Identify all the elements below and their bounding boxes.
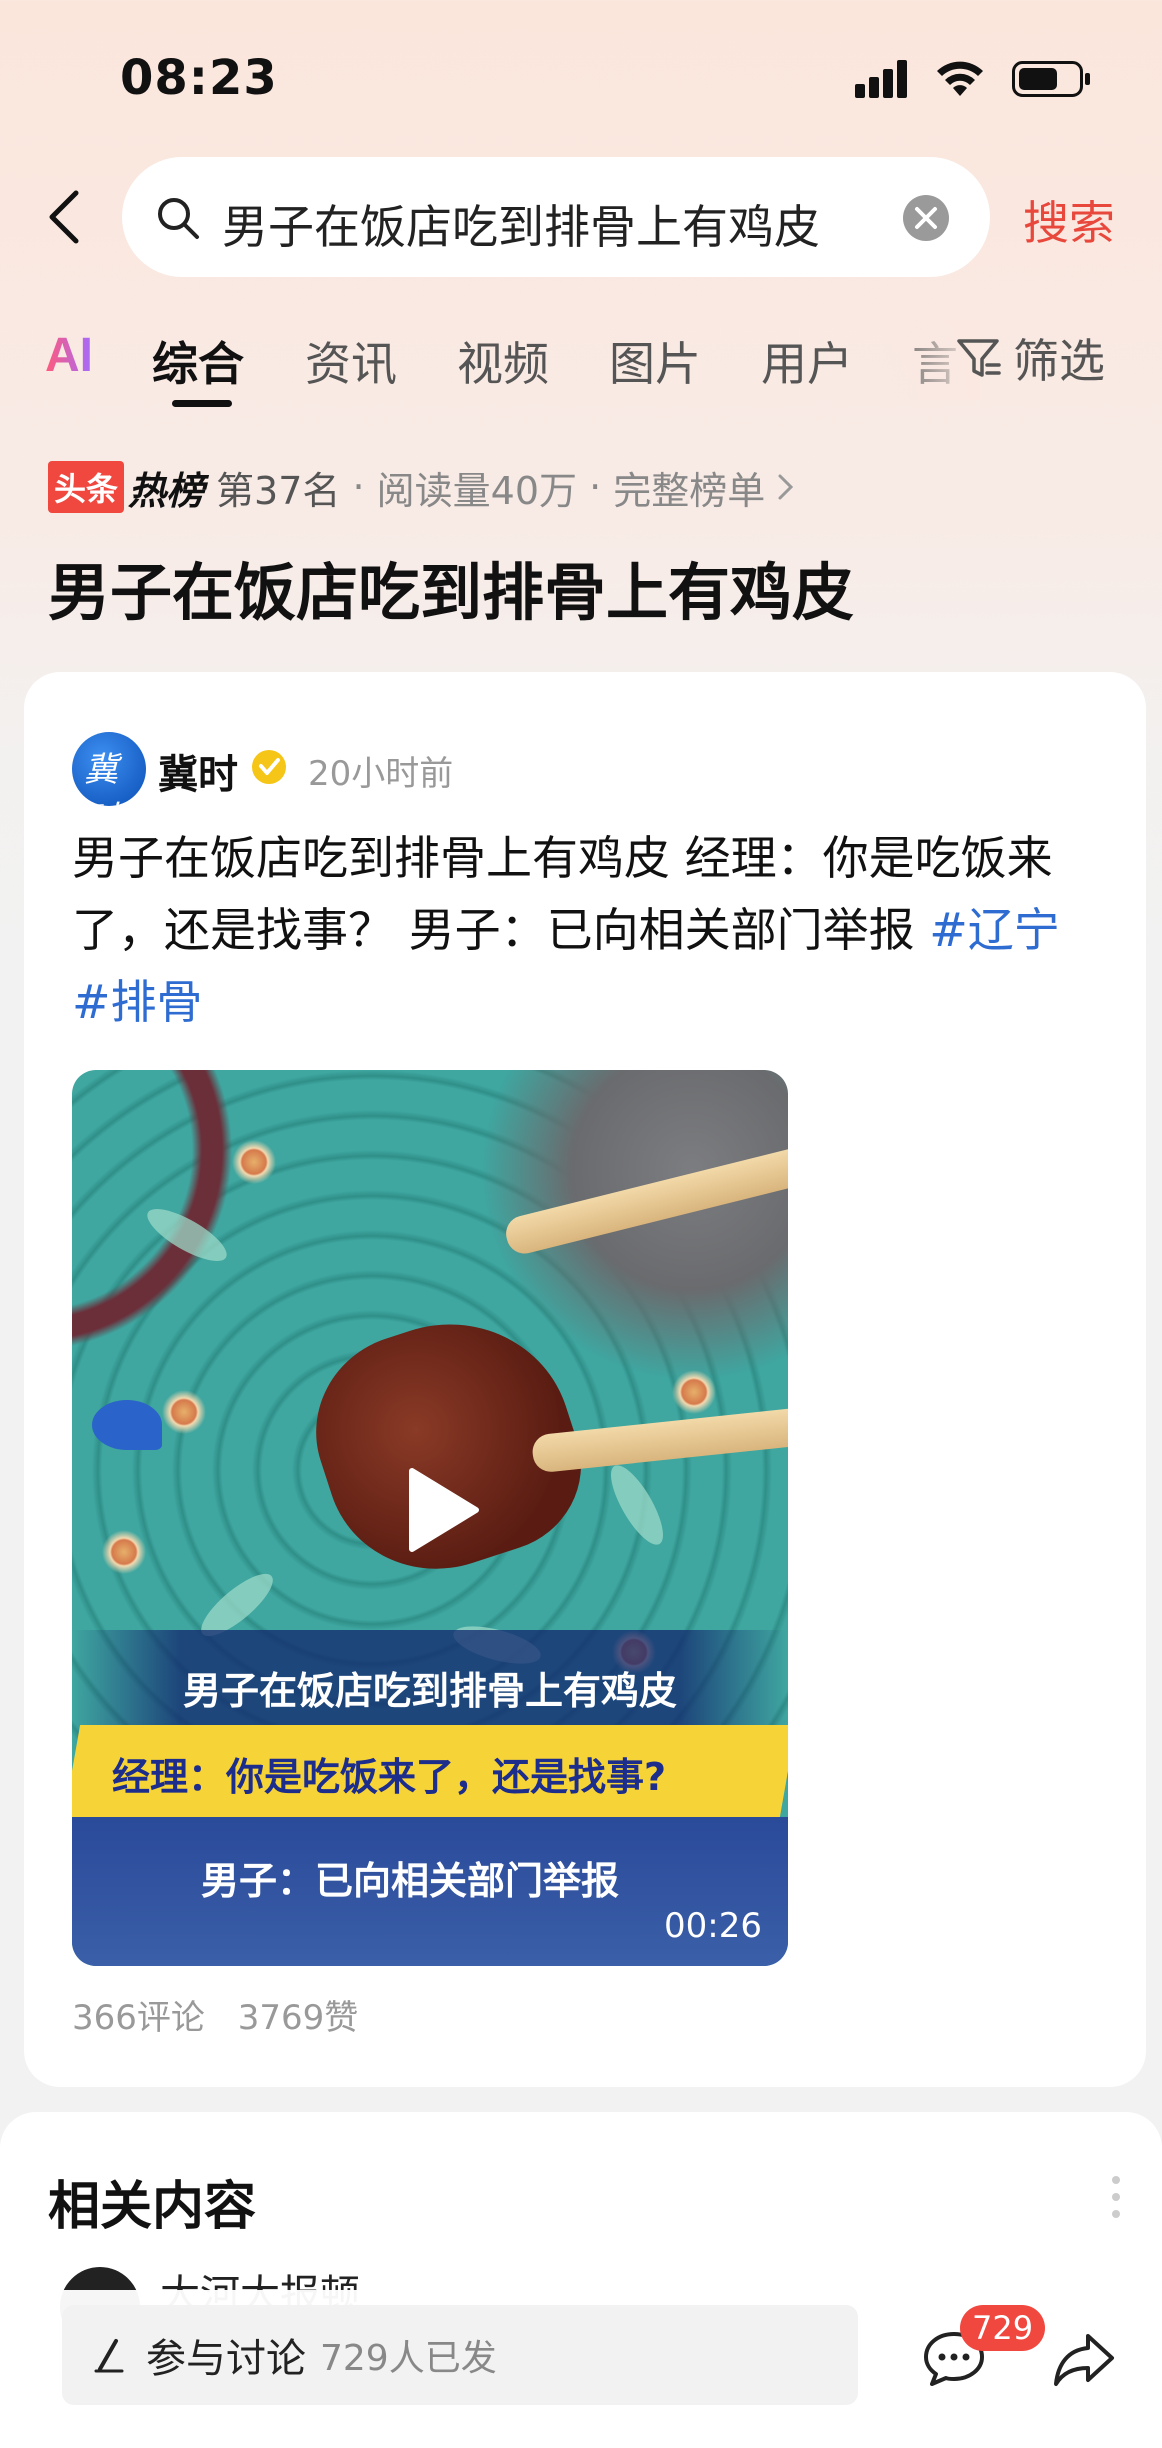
search-input[interactable]: 男子在饭店吃到排骨上有鸡皮 xyxy=(122,157,990,277)
tab-ai[interactable]: AI xyxy=(45,328,93,383)
pattern-bird xyxy=(92,1400,162,1450)
verified-badge-icon xyxy=(252,750,286,784)
video-duration: 00:26 xyxy=(664,1906,762,1946)
hotlist-reads: 阅读量40万 xyxy=(376,468,577,513)
status-time: 08:23 xyxy=(120,50,278,106)
related-title: 相关内容 xyxy=(48,2177,257,2237)
pattern-leaf xyxy=(140,1199,234,1271)
hashtag-link[interactable]: #排骨 xyxy=(72,975,203,1029)
hotlist-tag: 头条 xyxy=(48,461,125,513)
pattern-leaf xyxy=(601,1458,673,1552)
pattern-flower xyxy=(232,1140,276,1184)
post-stats: 366评论 3769赞 xyxy=(72,1990,380,2039)
post-body: 男子在饭店吃到排骨上有鸡皮 经理：你是吃饭来了，还是找事？ 男子：已向相关部门举… xyxy=(72,831,1053,957)
play-icon[interactable] xyxy=(402,1465,482,1555)
author-name[interactable]: 冀时 xyxy=(158,742,238,800)
discuss-count: 729人已发 xyxy=(320,2338,497,2379)
signal-icon xyxy=(855,60,907,98)
video-thumbnail[interactable]: 男子在饭店吃到排骨上有鸡皮 经理：你是吃饭来了，还是找事? 男子：已向相关部门举… xyxy=(72,1070,788,1966)
share-icon[interactable] xyxy=(1052,2330,1116,2388)
post-time: 20小时前 xyxy=(308,754,454,794)
avatar-text: 冀时 xyxy=(84,750,118,806)
pen-icon xyxy=(94,2339,124,2373)
back-icon[interactable] xyxy=(40,187,90,247)
tab-news[interactable]: 资讯 xyxy=(305,328,397,394)
tab-comprehensive[interactable]: 综合 xyxy=(152,328,244,394)
status-bar: 08:23 xyxy=(0,0,1162,150)
post-card[interactable]: 冀时 冀时 20小时前 男子在饭店吃到排骨上有鸡皮 经理：你是吃饭来了，还是找事… xyxy=(24,672,1146,2087)
comment-count-badge: 729 xyxy=(960,2305,1046,2351)
hotlist-rank: 第37名 xyxy=(216,468,341,513)
hotlist-word: 热榜 xyxy=(128,468,205,513)
bottom-bar: 参与讨论 729人已发 729 xyxy=(0,2290,1162,2448)
tab-images[interactable]: 图片 xyxy=(609,328,701,394)
clear-search-icon[interactable] xyxy=(902,194,950,242)
comment-count[interactable]: 366评论 xyxy=(72,1998,205,2038)
search-icon xyxy=(158,198,199,239)
filter-button[interactable]: 筛选 xyxy=(955,328,1105,388)
pattern-flower xyxy=(672,1370,716,1414)
chevron-right-icon xyxy=(778,474,794,500)
discuss-input[interactable]: 参与讨论 729人已发 xyxy=(62,2305,858,2405)
video-caption-line1: 男子在饭店吃到排骨上有鸡皮 xyxy=(182,1669,677,1713)
hotlist-separator: · xyxy=(340,465,377,509)
hotlist-separator: · xyxy=(577,465,614,509)
tab-users[interactable]: 用户 xyxy=(761,328,853,394)
chopstick xyxy=(530,1404,788,1474)
search-query-text: 男子在饭店吃到排骨上有鸡皮 xyxy=(222,200,820,254)
hotlist-row[interactable]: 头条 热榜 第37名 · 阅读量40万 · 完整榜单 xyxy=(48,460,797,515)
search-button[interactable]: 搜索 xyxy=(1023,187,1115,253)
active-tab-indicator xyxy=(172,400,232,407)
topic-title: 男子在饭店吃到排骨上有鸡皮 xyxy=(48,556,855,629)
more-options-icon[interactable] xyxy=(1110,2174,1122,2220)
chopstick xyxy=(502,1140,788,1258)
pattern-flower xyxy=(162,1390,206,1434)
search-row: 男子在饭店吃到排骨上有鸡皮 搜索 xyxy=(0,155,1162,280)
author-avatar[interactable]: 冀时 xyxy=(72,732,146,806)
search-tabs: AI 综合 资讯 视频 图片 用户 言 筛选 xyxy=(0,320,1162,420)
tab-videos[interactable]: 视频 xyxy=(457,328,549,394)
filter-icon xyxy=(957,339,1001,377)
video-caption-line2: 经理：你是吃饭来了，还是找事? xyxy=(112,1755,667,1799)
like-count[interactable]: 3769赞 xyxy=(238,1998,359,2038)
hashtag-link[interactable]: #辽宁 xyxy=(929,903,1060,957)
hotlist-full-list-link[interactable]: 完整榜单 xyxy=(613,460,765,515)
post-text[interactable]: 男子在饭店吃到排骨上有鸡皮 经理：你是吃饭来了，还是找事？ 男子：已向相关部门举… xyxy=(72,822,1102,1038)
discuss-label: 参与讨论 xyxy=(146,2336,306,2382)
video-caption-line3: 男子：已向相关部门举报 xyxy=(200,1859,619,1903)
wifi-icon xyxy=(937,61,983,96)
pattern-flower xyxy=(102,1530,146,1574)
filter-label: 筛选 xyxy=(1013,334,1105,388)
battery-icon xyxy=(1012,61,1090,97)
